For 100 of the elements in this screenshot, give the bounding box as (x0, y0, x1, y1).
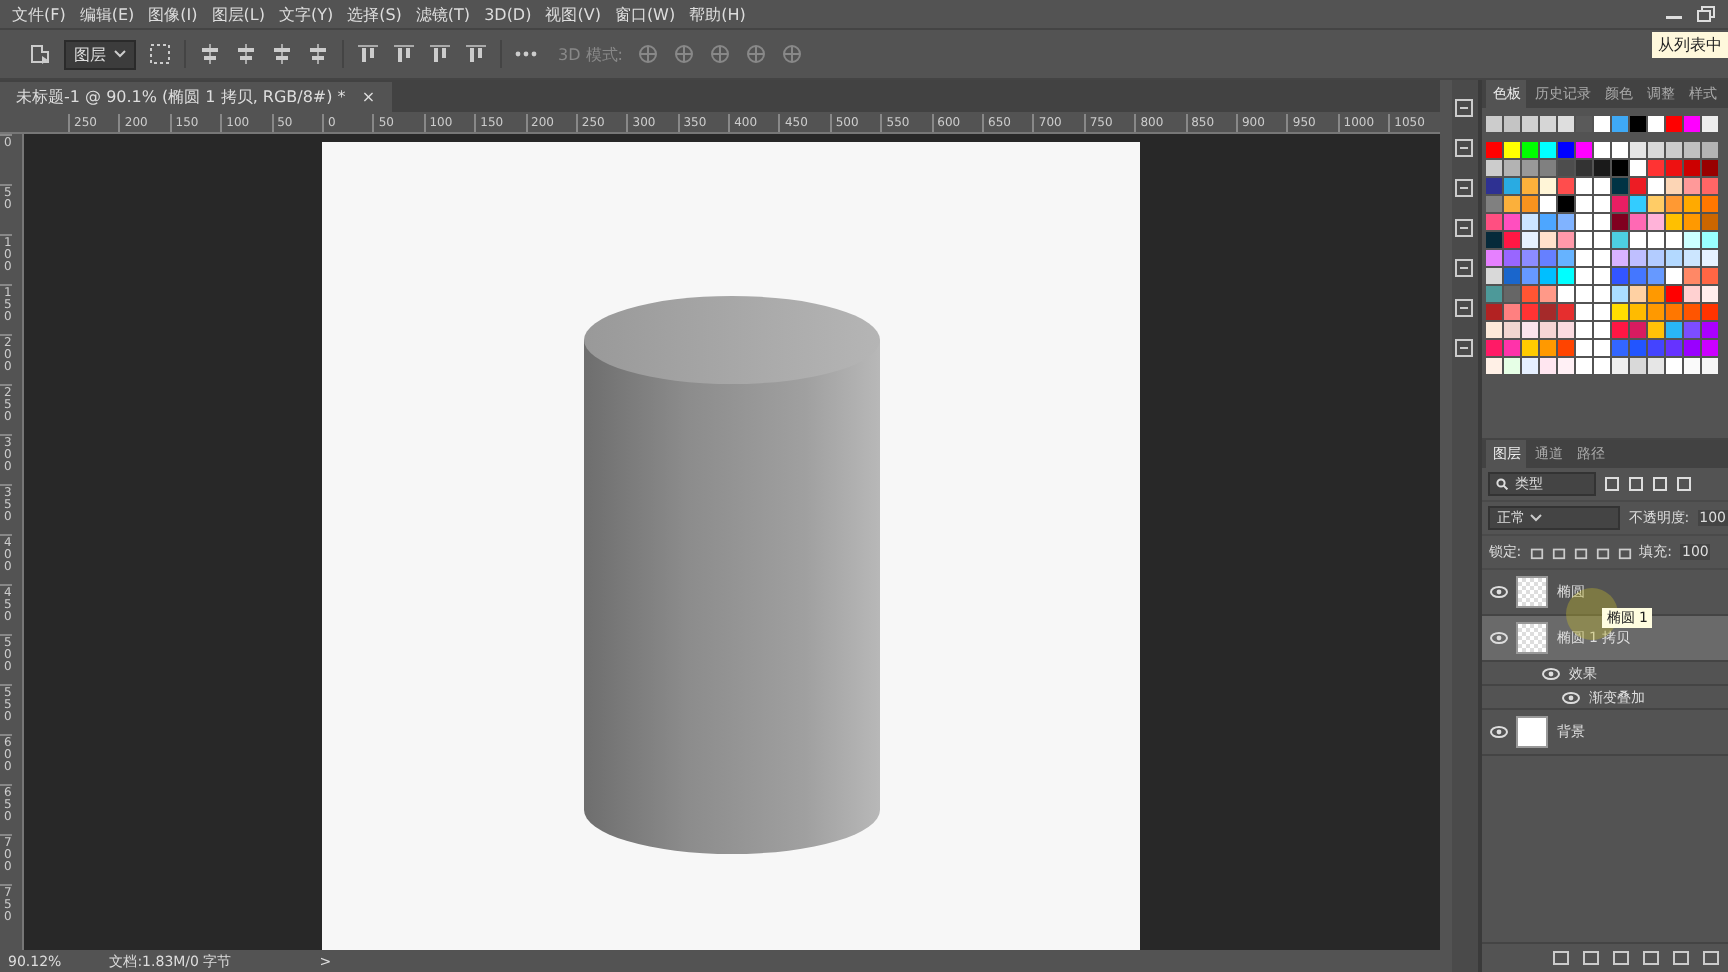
color-swatch[interactable] (1648, 322, 1665, 338)
color-swatch[interactable] (1684, 160, 1701, 176)
color-swatch[interactable] (1648, 268, 1665, 284)
distribute-icon[interactable] (392, 42, 416, 66)
color-swatch[interactable] (1486, 142, 1503, 158)
color-swatch[interactable] (1702, 196, 1719, 212)
color-swatch[interactable] (1684, 178, 1701, 194)
color-swatch[interactable] (1522, 178, 1539, 194)
color-swatch[interactable] (1648, 142, 1665, 158)
color-swatch[interactable] (1666, 268, 1683, 284)
eye-icon[interactable] (1542, 667, 1561, 679)
color-swatch[interactable] (1684, 232, 1701, 248)
menu-item[interactable]: 滤镜(T) (415, 3, 471, 25)
color-swatch[interactable] (1558, 232, 1575, 248)
color-swatch[interactable] (1486, 232, 1503, 248)
color-swatch[interactable] (1612, 304, 1629, 320)
color-swatch[interactable] (1666, 178, 1683, 194)
color-swatch[interactable] (1594, 178, 1611, 194)
color-swatch[interactable] (1648, 250, 1665, 266)
color-swatch[interactable] (1558, 196, 1575, 212)
color-swatch[interactable] (1576, 268, 1593, 284)
move-tool-icon[interactable] (28, 42, 52, 66)
auto-select-dropdown[interactable]: 图层 (64, 39, 136, 69)
color-swatch[interactable] (1666, 196, 1683, 212)
color-swatch[interactable] (1648, 116, 1665, 132)
panel-icon[interactable] (1452, 136, 1477, 160)
color-swatch[interactable] (1630, 196, 1647, 212)
color-swatch[interactable] (1630, 214, 1647, 230)
color-swatch[interactable] (1540, 232, 1557, 248)
color-swatch[interactable] (1648, 160, 1665, 176)
color-swatch[interactable] (1702, 304, 1719, 320)
eye-icon[interactable] (1490, 586, 1509, 598)
color-swatch[interactable] (1684, 214, 1701, 230)
color-swatch[interactable] (1504, 178, 1521, 194)
color-swatch[interactable] (1612, 142, 1629, 158)
color-swatch[interactable] (1540, 178, 1557, 194)
color-swatch[interactable] (1666, 160, 1683, 176)
color-swatch[interactable] (1648, 358, 1665, 374)
color-swatch[interactable] (1702, 358, 1719, 374)
color-swatch[interactable] (1522, 196, 1539, 212)
color-swatch[interactable] (1612, 232, 1629, 248)
color-swatch[interactable] (1684, 268, 1701, 284)
color-swatch[interactable] (1630, 178, 1647, 194)
color-swatch[interactable] (1612, 116, 1629, 132)
color-swatch[interactable] (1666, 250, 1683, 266)
color-swatch[interactable] (1666, 286, 1683, 302)
color-swatch[interactable] (1630, 142, 1647, 158)
color-swatch[interactable] (1522, 358, 1539, 374)
color-swatch[interactable] (1576, 142, 1593, 158)
color-swatch[interactable] (1540, 358, 1557, 374)
color-swatch[interactable] (1594, 160, 1611, 176)
color-swatch[interactable] (1666, 142, 1683, 158)
align-icon[interactable] (270, 42, 294, 66)
color-swatch[interactable] (1612, 160, 1629, 176)
color-swatch[interactable] (1558, 322, 1575, 338)
color-swatch[interactable] (1684, 116, 1701, 132)
menu-item[interactable]: 视图(V) (545, 3, 601, 25)
color-swatch[interactable] (1522, 322, 1539, 338)
color-swatch[interactable] (1522, 116, 1539, 132)
distribute-icon[interactable] (428, 42, 452, 66)
color-swatch[interactable] (1558, 178, 1575, 194)
color-swatch[interactable] (1576, 286, 1593, 302)
color-swatch[interactable] (1612, 286, 1629, 302)
color-swatch[interactable] (1504, 250, 1521, 266)
color-swatch[interactable] (1558, 358, 1575, 374)
color-swatch[interactable] (1612, 178, 1629, 194)
color-swatch[interactable] (1486, 322, 1503, 338)
color-swatch[interactable] (1522, 268, 1539, 284)
color-swatch[interactable] (1540, 340, 1557, 356)
color-swatch[interactable] (1504, 286, 1521, 302)
panel-icon[interactable] (1452, 216, 1477, 240)
color-swatch[interactable] (1666, 304, 1683, 320)
color-swatch[interactable] (1558, 116, 1575, 132)
menu-item[interactable]: 图层(L) (211, 3, 265, 25)
color-swatch[interactable] (1576, 116, 1593, 132)
color-swatch[interactable] (1702, 116, 1719, 132)
color-swatch[interactable] (1630, 268, 1647, 284)
transform-controls-icon[interactable] (148, 42, 172, 66)
color-swatch[interactable] (1576, 340, 1593, 356)
color-swatch[interactable] (1612, 196, 1629, 212)
color-swatch[interactable] (1594, 116, 1611, 132)
color-swatch[interactable] (1612, 268, 1629, 284)
align-icon[interactable] (198, 42, 222, 66)
color-swatch[interactable] (1594, 340, 1611, 356)
color-swatch[interactable] (1522, 304, 1539, 320)
color-swatch[interactable] (1486, 250, 1503, 266)
color-swatch[interactable] (1594, 358, 1611, 374)
eye-icon[interactable] (1490, 632, 1509, 644)
color-swatch[interactable] (1702, 160, 1719, 176)
color-swatch[interactable] (1684, 358, 1701, 374)
color-swatch[interactable] (1702, 250, 1719, 266)
color-swatch[interactable] (1504, 322, 1521, 338)
color-swatch[interactable] (1594, 232, 1611, 248)
distribute-icon[interactable] (464, 42, 488, 66)
color-swatch[interactable] (1486, 286, 1503, 302)
color-swatch[interactable] (1558, 304, 1575, 320)
color-swatch[interactable] (1522, 286, 1539, 302)
color-swatch[interactable] (1576, 250, 1593, 266)
color-swatch[interactable] (1630, 160, 1647, 176)
color-swatch[interactable] (1576, 232, 1593, 248)
